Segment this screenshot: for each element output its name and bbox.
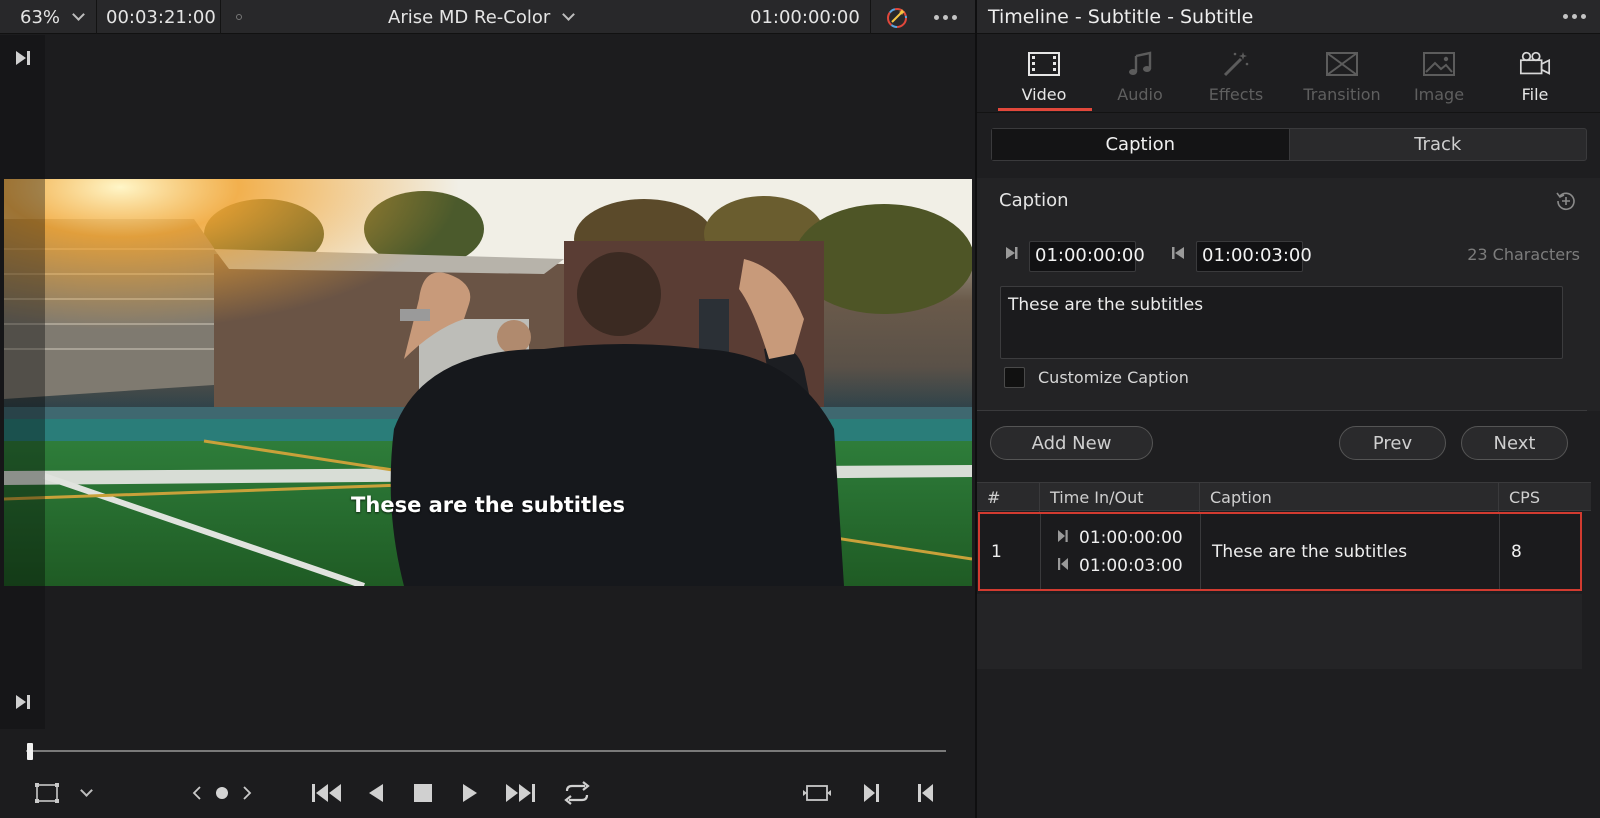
viewer-panel: 63% 00:03:21:00 Arise MD Re-Color 01:00:… <box>0 0 975 818</box>
file-icon <box>1518 49 1552 79</box>
duration-timecode: 00:03:21:00 <box>106 6 216 28</box>
table-empty-area <box>977 594 1582 669</box>
row-time-out: 01:00:03:00 <box>1079 555 1183 576</box>
chevron-down-icon <box>72 8 85 21</box>
tab-label: Audio <box>1117 85 1163 104</box>
more-options-icon[interactable] <box>934 0 957 34</box>
zoom-dropdown[interactable]: 63% <box>20 0 85 34</box>
dot-icon <box>236 0 242 34</box>
clip-name-dropdown[interactable]: Arise MD Re-Color <box>388 0 576 34</box>
play-icon[interactable] <box>458 778 482 808</box>
tab-file[interactable]: File <box>1487 35 1583 113</box>
step-back-icon[interactable] <box>364 778 388 808</box>
caption-track-segmented-control: Caption Track <box>991 128 1587 161</box>
next-button[interactable]: Next <box>1461 426 1568 460</box>
clip-name: Arise MD Re-Color <box>388 6 551 28</box>
col-cps[interactable]: CPS <box>1499 483 1591 512</box>
prev-arrow-icon[interactable] <box>188 778 206 808</box>
inspector-tabs: Video Audio Effects Transition Image Fil… <box>977 35 1600 113</box>
tab-label: Video <box>1021 85 1067 104</box>
playhead-handle[interactable] <box>27 743 33 760</box>
music-note-icon <box>1123 49 1157 79</box>
inspector-header: Timeline - Subtitle - Subtitle <box>977 0 1600 34</box>
loop-icon[interactable] <box>560 778 594 808</box>
caption-heading: Caption <box>999 190 1069 211</box>
row-time-in-out: 01:00:00:00 01:00:03:00 <box>1041 514 1201 589</box>
segment-track[interactable]: Track <box>1290 129 1587 160</box>
timeline-scrubber[interactable] <box>26 750 946 752</box>
segment-caption[interactable]: Caption <box>992 129 1290 160</box>
match-frame-icon[interactable] <box>800 778 834 808</box>
row-cps: 8 <box>1511 541 1522 562</box>
viewer-toolbar: 63% 00:03:21:00 Arise MD Re-Color 01:00:… <box>0 0 975 34</box>
stop-icon[interactable] <box>411 778 435 808</box>
table-row[interactable]: 1 01:00:00:00 01:00:03:00 These are the … <box>978 512 1582 591</box>
tab-audio[interactable]: Audio <box>1092 35 1188 113</box>
row-caption: These are the subtitles <box>1201 514 1500 589</box>
skip-to-start-icon[interactable] <box>14 49 32 72</box>
customize-caption-checkbox[interactable] <box>1004 367 1025 388</box>
subtitle-overlay-text: These are the subtitles <box>351 493 625 517</box>
table-header: # Time In/Out Caption CPS <box>977 482 1591 512</box>
col-caption[interactable]: Caption <box>1200 483 1499 512</box>
tab-label: Effects <box>1208 85 1264 104</box>
film-icon <box>1027 49 1061 79</box>
customize-caption-label: Customize Caption <box>1038 368 1189 387</box>
frame-edge-shade <box>4 179 45 586</box>
more-options-icon[interactable] <box>1563 14 1586 19</box>
row-time-in: 01:00:00:00 <box>1079 527 1183 548</box>
magic-wand-icon <box>1219 49 1253 79</box>
time-out-icon <box>1171 245 1185 265</box>
time-out-field[interactable]: 01:00:03:00 <box>1196 241 1312 272</box>
add-new-button[interactable]: Add New <box>990 426 1153 460</box>
time-in-field[interactable]: 01:00:00:00 <box>1029 241 1145 272</box>
tab-video[interactable]: Video <box>996 35 1092 113</box>
tab-label: Image <box>1413 85 1465 104</box>
character-count: 23 Characters <box>1467 245 1580 264</box>
transition-icon <box>1325 49 1359 79</box>
prev-button[interactable]: Prev <box>1339 426 1446 460</box>
inspector-panel: Timeline - Subtitle - Subtitle Video Aud… <box>977 0 1600 818</box>
zoom-value: 63% <box>20 6 61 28</box>
tab-transition[interactable]: Transition <box>1284 35 1400 113</box>
caption-text-area[interactable]: These are the subtitles <box>1000 286 1563 359</box>
inspector-title: Timeline - Subtitle - Subtitle <box>988 6 1254 28</box>
next-arrow-icon[interactable] <box>238 778 256 808</box>
divider <box>977 410 1587 411</box>
nav-dot-icon[interactable] <box>212 778 232 808</box>
transport-controls <box>0 778 975 808</box>
magic-mask-icon[interactable] <box>884 0 910 34</box>
video-preview[interactable]: These are the subtitles <box>4 179 972 586</box>
tab-image[interactable]: Image <box>1391 35 1487 113</box>
time-in-icon <box>1057 529 1079 547</box>
jump-last-frame-icon[interactable] <box>502 778 538 808</box>
col-index[interactable]: # <box>977 483 1040 512</box>
tab-label: Transition <box>1303 85 1381 104</box>
col-time-in-out[interactable]: Time In/Out <box>1040 483 1200 512</box>
current-timecode: 01:00:00:00 <box>750 6 860 28</box>
chevron-down-icon[interactable] <box>76 778 96 808</box>
time-in-icon <box>1005 245 1019 265</box>
active-tab-indicator <box>998 108 1092 111</box>
image-icon <box>1422 49 1456 79</box>
skip-to-end-icon[interactable] <box>14 693 32 716</box>
mark-in-icon[interactable] <box>859 778 883 808</box>
crop-icon[interactable] <box>32 778 62 808</box>
tab-label: File <box>1521 85 1549 104</box>
caption-section: Caption 01:00:00:00 01:00:03:00 23 Chara… <box>977 178 1600 411</box>
row-index: 1 <box>980 514 1041 589</box>
time-out-icon <box>1057 557 1079 575</box>
jump-first-frame-icon[interactable] <box>309 778 345 808</box>
chevron-down-icon <box>562 8 576 21</box>
reset-icon[interactable] <box>1555 190 1577 217</box>
mark-out-icon[interactable] <box>914 778 938 808</box>
tab-effects[interactable]: Effects <box>1188 35 1284 113</box>
